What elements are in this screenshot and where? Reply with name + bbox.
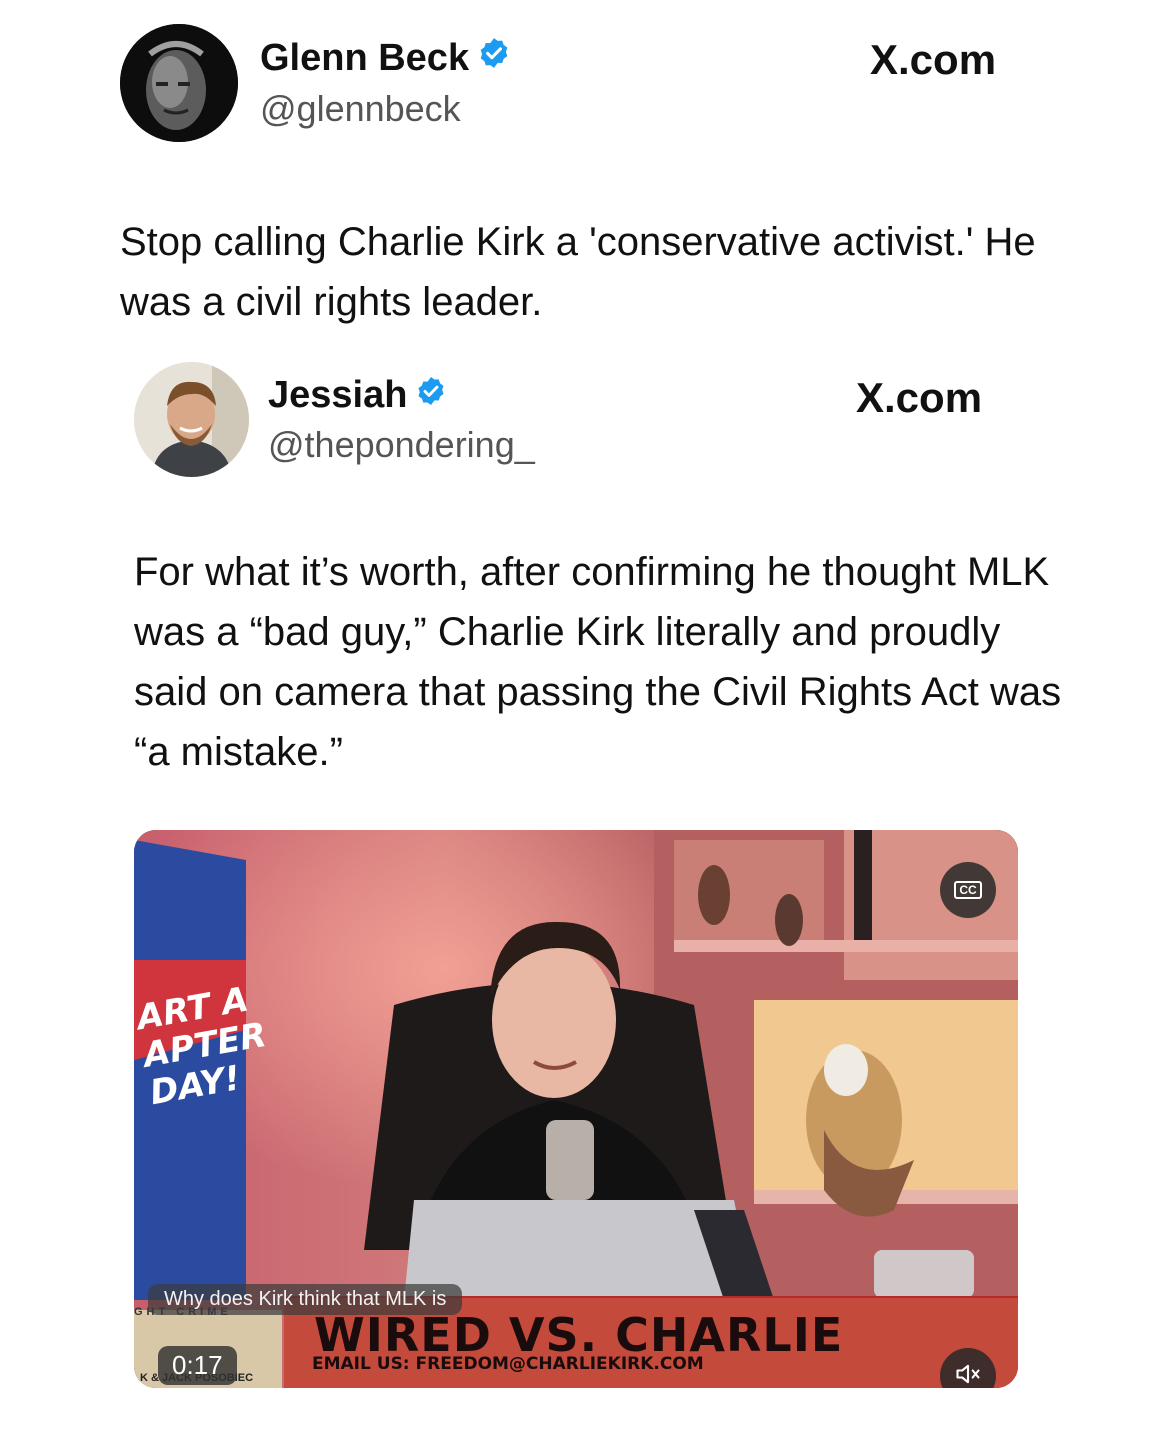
verified-badge-icon <box>415 374 447 417</box>
author-name-text: Glenn Beck <box>260 36 470 79</box>
portrait-image <box>134 362 249 477</box>
post-text: Stop calling Charlie Kirk a 'conservativ… <box>120 220 1036 324</box>
jessiah-avatar[interactable] <box>134 362 249 477</box>
post-text: For what it’s worth, after confirming he… <box>134 550 1062 774</box>
site-label: X.com <box>856 374 983 421</box>
portrait-image <box>120 24 238 142</box>
author-name[interactable]: Jessiah <box>268 374 447 417</box>
video-caption: Why does Kirk think that MLK is <box>148 1284 463 1315</box>
video-timestamp: 0:17 <box>158 1346 237 1385</box>
video-background-banner: ART A APTER DAY! <box>134 979 270 1114</box>
author-name[interactable]: Glenn Beck <box>260 36 511 80</box>
show-email: EMAIL US: FREEDOM@CHARLIEKIRK.COM <box>312 1354 704 1374</box>
speaker-muted-icon <box>954 1360 982 1389</box>
site-label: X.com <box>870 36 997 83</box>
glenn-beck-avatar[interactable] <box>120 24 238 142</box>
cc-icon: CC <box>954 881 982 899</box>
closed-captions-button[interactable]: CC <box>940 862 996 918</box>
author-handle[interactable]: @thepondering_ <box>268 424 535 466</box>
author-name-text: Jessiah <box>268 374 408 416</box>
video-player[interactable]: ART A APTER DAY! CC WIRED VS. CHARLIE EM… <box>134 830 1018 1388</box>
verified-badge-icon <box>477 36 511 80</box>
author-handle[interactable]: @glennbeck <box>260 88 461 130</box>
